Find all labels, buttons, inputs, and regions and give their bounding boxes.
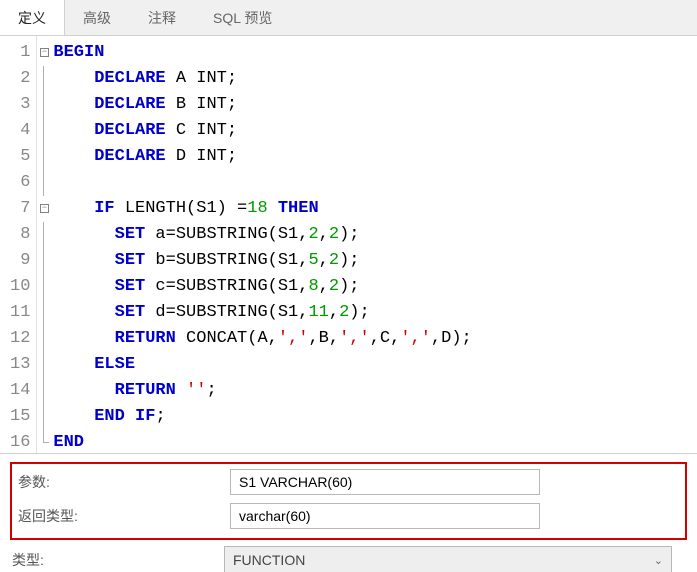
return-type-label: 返回类型: [16, 506, 230, 526]
type-label: 类型: [10, 550, 224, 570]
return-type-input[interactable] [230, 503, 540, 529]
params-label: 参数: [16, 472, 230, 492]
form-area: 参数: 返回类型: 类型: FUNCTION ⌄ [0, 454, 697, 572]
tab-definition[interactable]: 定义 [0, 0, 65, 35]
tab-sql-preview[interactable]: SQL 预览 [195, 0, 291, 35]
type-row: 类型: FUNCTION ⌄ [10, 546, 687, 572]
type-select[interactable]: FUNCTION ⌄ [224, 546, 672, 572]
tab-label: 定义 [18, 10, 46, 26]
params-input[interactable] [230, 469, 540, 495]
return-type-row: 返回类型: [16, 502, 681, 530]
fold-column: −− [37, 36, 51, 453]
code-editor[interactable]: 1 2 3 4 5 6 7 8 9 10 11 12 13 14 15 16 −… [0, 36, 697, 454]
highlighted-region: 参数: 返回类型: [10, 462, 687, 540]
tab-comments[interactable]: 注释 [130, 0, 195, 35]
code-content[interactable]: BEGIN DECLARE A INT; DECLARE B INT; DECL… [51, 36, 471, 453]
params-row: 参数: [16, 468, 681, 496]
chevron-down-icon: ⌄ [654, 554, 663, 567]
tab-advanced[interactable]: 高级 [65, 0, 130, 35]
tab-label: 注释 [148, 10, 176, 26]
tab-label: 高级 [83, 10, 111, 26]
tab-strip: 定义 高级 注释 SQL 预览 [0, 0, 697, 36]
line-number-gutter: 1 2 3 4 5 6 7 8 9 10 11 12 13 14 15 16 [0, 36, 37, 453]
type-value: FUNCTION [233, 552, 305, 568]
tab-label: SQL 预览 [213, 10, 272, 26]
